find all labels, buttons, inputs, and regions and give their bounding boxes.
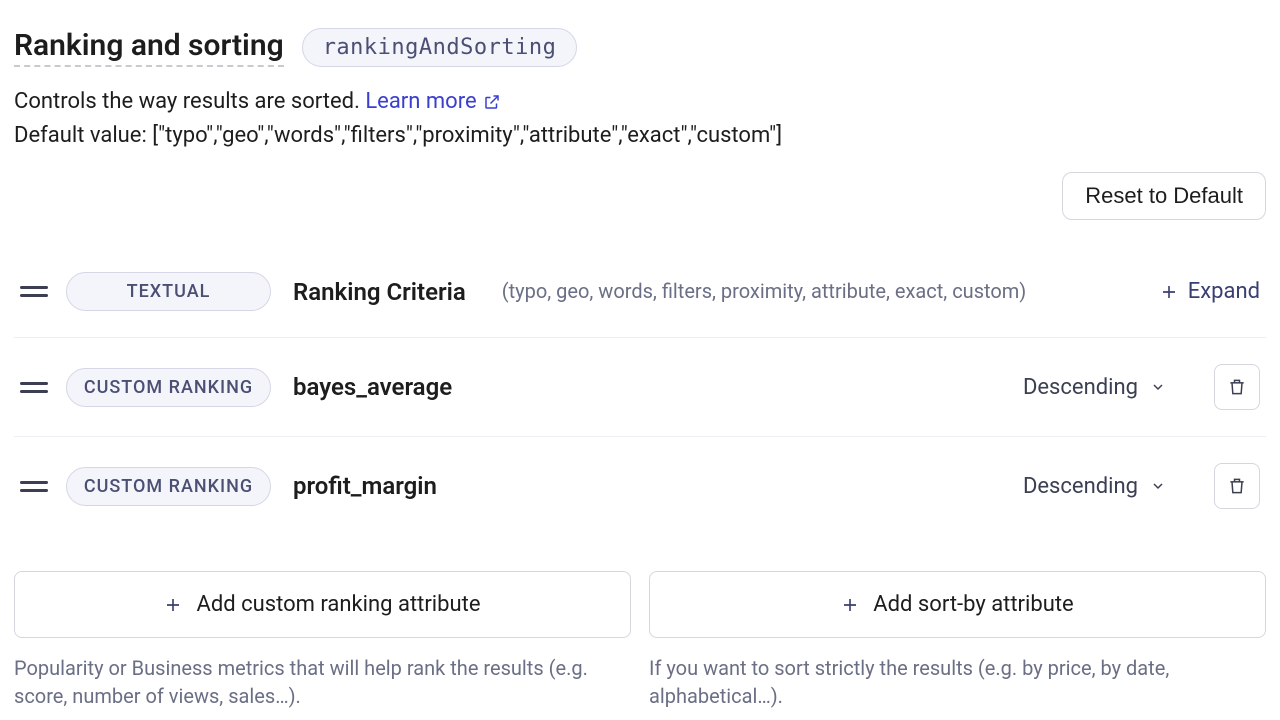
trash-icon (1227, 376, 1247, 398)
direction-label: Descending (1023, 474, 1138, 499)
default-label: Default value: (14, 123, 152, 148)
expand-label: Expand (1188, 279, 1260, 304)
section-description: Controls the way results are sorted. Lea… (14, 85, 1266, 119)
delete-button[interactable] (1214, 463, 1260, 509)
plus-icon (164, 596, 182, 614)
ranking-row-textual: TEXTUAL Ranking Criteria (typo, geo, wor… (14, 246, 1266, 338)
default-value-line: Default value: ["typo","geo","words","fi… (14, 123, 1266, 148)
drag-handle-icon[interactable] (20, 382, 48, 393)
delete-button[interactable] (1214, 364, 1260, 410)
sort-by-hint: If you want to sort strictly the results… (649, 654, 1266, 710)
add-sort-by-button[interactable]: Add sort-by attribute (649, 571, 1266, 638)
kind-pill-textual: TEXTUAL (66, 272, 271, 311)
chevron-down-icon (1150, 379, 1166, 395)
add-custom-ranking-button[interactable]: Add custom ranking attribute (14, 571, 631, 638)
external-link-icon (483, 93, 501, 111)
kind-pill-custom: CUSTOM RANKING (66, 368, 271, 407)
description-text: Controls the way results are sorted. (14, 89, 365, 114)
ranking-name: Ranking Criteria (293, 278, 466, 306)
default-value: ["typo","geo","words","filters","proximi… (152, 123, 782, 148)
plus-icon (1160, 283, 1178, 301)
section-title: Ranking and sorting (14, 28, 284, 67)
drag-handle-icon[interactable] (20, 481, 48, 492)
direction-select[interactable]: Descending (1023, 474, 1166, 499)
ranking-name: bayes_average (293, 373, 452, 401)
reset-to-default-button[interactable]: Reset to Default (1062, 172, 1266, 220)
chevron-down-icon (1150, 478, 1166, 494)
direction-label: Descending (1023, 375, 1138, 400)
ranking-row-custom: CUSTOM RANKING profit_margin Descending (14, 437, 1266, 535)
ranking-name: profit_margin (293, 472, 437, 500)
ranking-row-custom: CUSTOM RANKING bayes_average Descending (14, 338, 1266, 437)
learn-more-link[interactable]: Learn more (365, 85, 500, 119)
kind-pill-custom: CUSTOM RANKING (66, 467, 271, 506)
plus-icon (841, 596, 859, 614)
drag-handle-icon[interactable] (20, 286, 48, 297)
expand-button[interactable]: Expand (1160, 279, 1260, 304)
learn-more-text: Learn more (365, 85, 476, 119)
add-sort-by-label: Add sort-by attribute (873, 592, 1073, 617)
api-name-pill: rankingAndSorting (302, 28, 578, 67)
trash-icon (1227, 475, 1247, 497)
criteria-hint: (typo, geo, words, filters, proximity, a… (502, 278, 1142, 305)
custom-ranking-hint: Popularity or Business metrics that will… (14, 654, 631, 710)
add-custom-ranking-label: Add custom ranking attribute (196, 592, 480, 617)
direction-select[interactable]: Descending (1023, 375, 1166, 400)
